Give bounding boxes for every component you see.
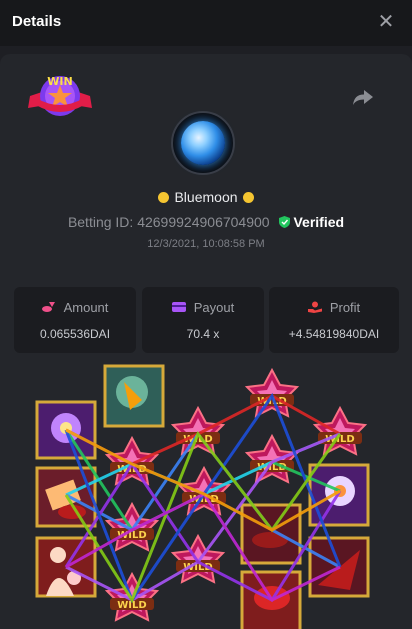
bet-datetime: 12/3/2021, 10:08:58 PM: [147, 238, 265, 250]
wild-symbol: [314, 407, 366, 455]
smile-emoji-icon: [243, 192, 255, 203]
wild-symbol: [172, 535, 224, 583]
betting-id-value: 42699924906704900: [137, 214, 270, 230]
amount-stat: Amount 0.065536DAI: [14, 287, 136, 353]
amount-value: 0.065536DAI: [39, 327, 111, 341]
share-arrow-icon[interactable]: [352, 88, 374, 106]
tile-jade-moon: [103, 364, 165, 428]
profit-label: Profit: [329, 300, 361, 315]
smile-emoji-icon: [157, 192, 169, 203]
close-icon[interactable]: ✕: [376, 12, 396, 32]
avatar: [171, 111, 235, 175]
betting-id-label: Betting ID:: [67, 214, 134, 230]
payout-value: 70.4 x: [186, 327, 220, 341]
wild-symbol: [106, 503, 158, 551]
wild-symbol: [246, 369, 298, 417]
coins-icon: [41, 302, 55, 312]
username: Bluemoon: [174, 189, 238, 205]
moon-avatar-image: [181, 121, 225, 165]
amount-label: Amount: [63, 300, 109, 315]
payout-label: Payout: [193, 300, 235, 315]
shield-check-icon: [279, 216, 291, 228]
wild-symbol: [178, 467, 230, 515]
wallet-icon: [171, 302, 186, 312]
betting-id-row: Betting ID: 42699924906704900 Verified: [0, 214, 412, 230]
win-badge-icon: WIN: [28, 75, 92, 116]
slot-reel-display: WILD: [35, 364, 370, 629]
svg-text:WIN: WIN: [47, 75, 72, 88]
profit-hand-icon: [307, 301, 322, 313]
wild-symbol: [172, 407, 224, 455]
verified-label: Verified: [293, 214, 345, 230]
username-row: Bluemoon: [0, 189, 412, 205]
modal-title: Details: [12, 13, 62, 30]
profit-value: +4.54819840DAI: [288, 327, 380, 341]
payout-stat: Payout 70.4 x: [142, 287, 264, 353]
profit-stat: Profit +4.54819840DAI: [269, 287, 399, 353]
modal-header: Details ✕: [0, 0, 412, 46]
wild-symbol: [106, 437, 158, 485]
tile-brush: [240, 503, 302, 565]
